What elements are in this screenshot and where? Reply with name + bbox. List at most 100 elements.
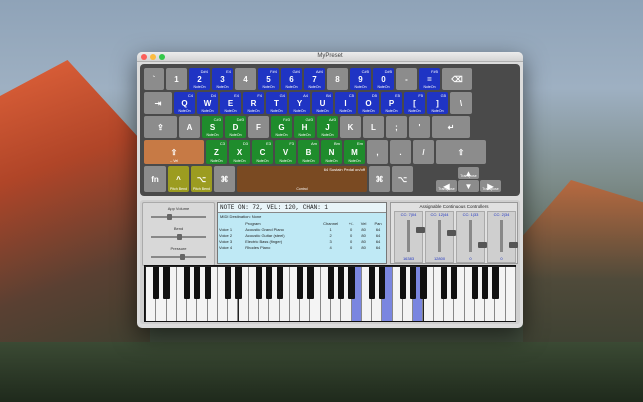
key-2-8[interactable]: K [340, 116, 361, 138]
key-4-5[interactable]: ⌘ [369, 166, 390, 192]
key-2-2[interactable]: S C#3 NoteOn [202, 116, 223, 138]
key-0-7[interactable]: 7 A#4 NoteOn [304, 68, 325, 90]
key-2-9[interactable]: L [363, 116, 384, 138]
cc-control[interactable]: CC: 12|44 12800 [425, 211, 456, 263]
key-4-4[interactable]: 64 Sustain Pedal on/off Control [237, 166, 367, 192]
piano-black-key[interactable] [399, 267, 407, 299]
key-3-2[interactable]: X D3 NoteOn [229, 140, 250, 164]
cc-thumb[interactable] [478, 242, 487, 249]
key-3-7[interactable]: M Em NoteOn [344, 140, 365, 164]
piano-black-key[interactable] [235, 267, 242, 299]
piano-black-key[interactable] [307, 267, 314, 299]
key-2-6[interactable]: H G#3 NoteOn [294, 116, 315, 138]
piano-black-key[interactable] [184, 267, 191, 299]
key-3-0[interactable]: ⇧ -- Vel [144, 140, 204, 164]
piano-black-key[interactable] [492, 267, 499, 299]
piano-black-key[interactable] [451, 267, 458, 299]
piano-black-key[interactable] [410, 267, 417, 299]
piano-black-key[interactable] [255, 267, 263, 299]
slider-track[interactable] [151, 234, 206, 240]
key-0-13[interactable]: ⌫ [442, 68, 472, 90]
key-2-5[interactable]: G F#3 NoteOn [271, 116, 292, 138]
cc-thumb[interactable] [509, 242, 518, 249]
key-0-4[interactable]: 4 [235, 68, 256, 90]
key-1-1[interactable]: Q C4 NoteOn [174, 92, 195, 114]
piano-black-key[interactable] [297, 267, 304, 299]
key-3-1[interactable]: Z C3 NoteOn [206, 140, 227, 164]
key-2-4[interactable]: F [248, 116, 269, 138]
key-4-0[interactable]: fn [144, 166, 166, 192]
key-0-6[interactable]: 6 G#4 NoteOn [281, 68, 302, 90]
key-2-7[interactable]: J A#3 NoteOn [317, 116, 338, 138]
key-1-6[interactable]: Y A4 NoteOn [289, 92, 310, 114]
key-0-12[interactable]: = F#5 NoteOn [419, 68, 440, 90]
slider-track[interactable] [151, 254, 206, 260]
cc-control[interactable]: CC: 2|34 0 [487, 211, 518, 263]
key-2-12[interactable]: ↵ [432, 116, 470, 138]
key-0-2[interactable]: 2 D#4 NoteOn [189, 68, 210, 90]
voice-row[interactable]: Voice 4 Rhodes Piano 4 0 80 64 [218, 244, 386, 250]
slider-track[interactable] [151, 214, 206, 220]
piano-black-key[interactable] [420, 267, 427, 299]
cc-slider[interactable] [438, 220, 456, 252]
key-4-3[interactable]: ⌘ [214, 166, 235, 192]
key-1-11[interactable]: [F5 NoteOn [404, 92, 425, 114]
piano-black-key[interactable] [204, 267, 211, 299]
cc-slider[interactable] [407, 220, 425, 252]
slider-thumb[interactable] [177, 234, 182, 240]
key-0-11[interactable]: - [396, 68, 417, 90]
piano-black-key[interactable] [225, 267, 232, 299]
key-2-1[interactable]: A [179, 116, 200, 138]
cc-slider[interactable] [469, 220, 487, 252]
midi-destination[interactable]: MIDI Destination: None [218, 213, 386, 220]
key-0-3[interactable]: 3 E4 NoteOn [212, 68, 233, 90]
key-3-8[interactable]: , [367, 140, 388, 164]
key-1-3[interactable]: E E4 NoteOn [220, 92, 241, 114]
piano-black-key[interactable] [266, 267, 273, 299]
key-2-11[interactable]: ' [409, 116, 430, 138]
key-0-1[interactable]: 1 [166, 68, 187, 90]
piano-black-key[interactable] [327, 267, 335, 299]
cc-thumb[interactable] [416, 226, 425, 233]
key-2-3[interactable]: D D#3 NoteOn [225, 116, 246, 138]
key-1-8[interactable]: I C5 NoteOn [335, 92, 356, 114]
piano-black-key[interactable] [194, 267, 201, 299]
piano-black-key[interactable] [369, 267, 376, 299]
key-0-0[interactable]: ` [144, 68, 164, 90]
piano-black-key[interactable] [153, 267, 160, 299]
key-0-9[interactable]: 9 C#5 NoteOn [350, 68, 371, 90]
key-0-8[interactable]: 8 [327, 68, 348, 90]
cc-slider[interactable] [500, 220, 518, 252]
key-1-7[interactable]: U B4 NoteOn [312, 92, 333, 114]
key-1-2[interactable]: W D4 NoteOn [197, 92, 218, 114]
piano-black-key[interactable] [348, 267, 355, 299]
key-3-11[interactable]: ⇧ [436, 140, 486, 164]
key-1-5[interactable]: T G4 NoteOn [266, 92, 287, 114]
key-1-9[interactable]: O D5 NoteOn [358, 92, 379, 114]
slider-thumb[interactable] [166, 214, 172, 220]
key-2-10[interactable]: ; [386, 116, 407, 138]
title-bar[interactable]: MyPreset [137, 52, 523, 62]
slider-thumb[interactable] [179, 254, 185, 260]
key-4-2[interactable]: ⌥ Pitch Bend [191, 166, 212, 192]
key-4-6[interactable]: ⌥ [392, 166, 413, 192]
cc-control[interactable]: CC: 7|04 16383 [394, 211, 425, 263]
piano-black-key[interactable] [163, 267, 170, 299]
piano-black-key[interactable] [471, 267, 478, 299]
key-4-10[interactable]: ▶ Transpose [480, 180, 501, 192]
piano-black-key[interactable] [276, 267, 283, 299]
key-4-9[interactable]: ▼ [458, 180, 479, 192]
piano-black-key[interactable] [379, 267, 386, 299]
key-1-13[interactable]: \ [450, 92, 472, 114]
key-3-5[interactable]: B Am NoteOn [298, 140, 319, 164]
key-3-9[interactable]: . [390, 140, 411, 164]
piano-black-key[interactable] [338, 267, 345, 299]
cc-control[interactable]: CC: 1|33 0 [456, 211, 487, 263]
key-3-10[interactable]: / [413, 140, 434, 164]
piano-white-key[interactable] [505, 267, 516, 321]
key-3-4[interactable]: V F3 NoteOn [275, 140, 296, 164]
key-1-10[interactable]: P E5 NoteOn [381, 92, 402, 114]
key-2-0[interactable]: ⇪ [144, 116, 177, 138]
key-4-1[interactable]: ^ Pitch Bend [168, 166, 189, 192]
key-1-0[interactable]: ⇥ [144, 92, 172, 114]
